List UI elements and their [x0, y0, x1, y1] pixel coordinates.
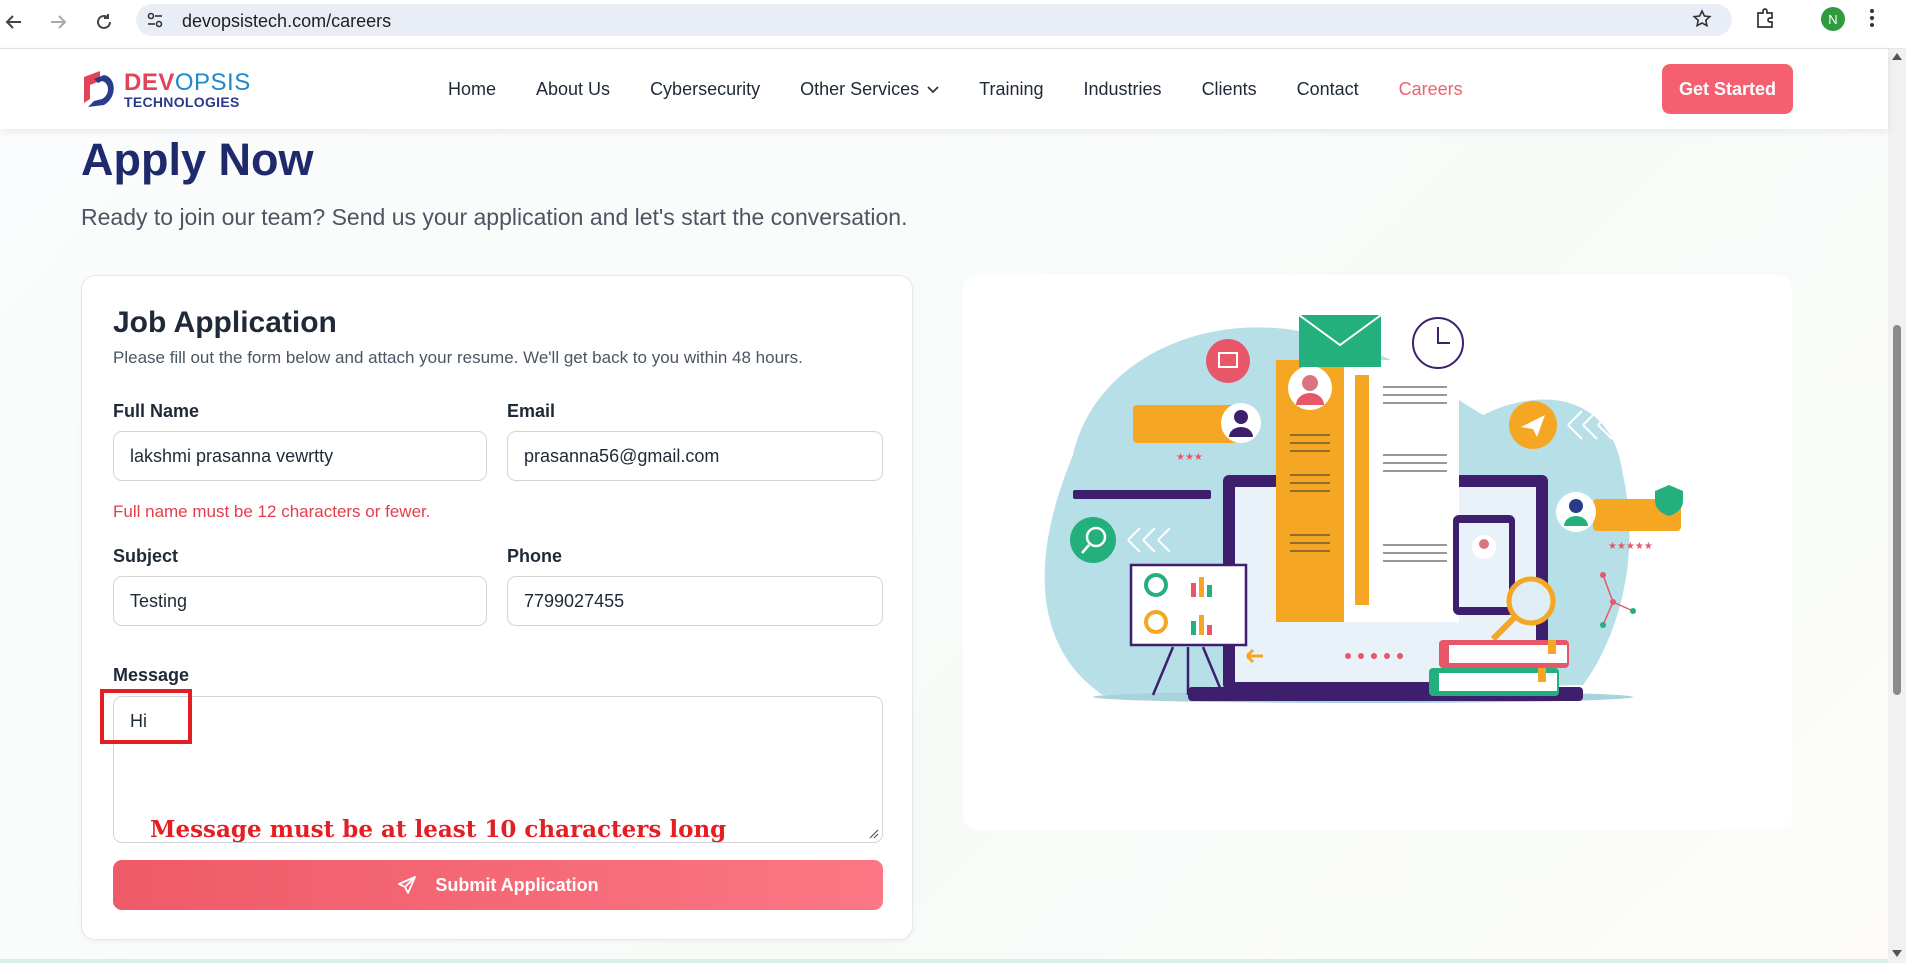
full-name-error: Full name must be 12 characters or fewer… — [113, 502, 431, 521]
subject-label: Subject — [113, 546, 179, 566]
page-title: Apply Now — [81, 134, 314, 185]
address-bar[interactable]: devopsistech.com/careers — [136, 4, 1732, 36]
browser-menu-icon[interactable] — [1868, 6, 1876, 35]
nav-industries[interactable]: Industries — [1084, 79, 1162, 100]
full-name-input[interactable]: lakshmi prasanna vewrtty — [113, 431, 487, 481]
careers-illustration: ★★★ ★★★★★ — [963, 275, 1792, 830]
highlight-box — [100, 689, 192, 744]
site-settings-icon[interactable] — [146, 11, 164, 34]
form-description: Please fill out the form below and attac… — [113, 348, 803, 367]
svg-text:★★★: ★★★ — [1176, 452, 1203, 463]
form-title: Job Application — [113, 306, 337, 339]
job-application-form: Job Application Please fill out the form… — [81, 275, 913, 940]
scroll-down-icon[interactable] — [1892, 950, 1902, 957]
profile-avatar[interactable]: N — [1821, 7, 1845, 31]
page-scrollbar[interactable] — [1888, 49, 1906, 963]
logo-wordmark: DEVOPSIS — [124, 69, 251, 96]
phone-label: Phone — [507, 546, 563, 566]
chevron-down-icon — [927, 85, 939, 93]
page-divider — [0, 959, 1888, 963]
resize-handle-icon[interactable] — [869, 829, 879, 839]
nav-contact[interactable]: Contact — [1297, 79, 1359, 100]
reload-icon[interactable] — [90, 8, 118, 36]
nav-other-services-label: Other Services — [800, 79, 920, 99]
submit-application-button[interactable]: Submit Application — [113, 860, 883, 910]
validation-annotation: Message must be at least 10 characters l… — [150, 816, 727, 843]
bookmark-star-icon[interactable] — [1692, 9, 1712, 34]
site-logo[interactable]: DEVOPSIS TECHNOLOGIES — [80, 69, 250, 110]
svg-text:★★★★★: ★★★★★ — [1608, 541, 1653, 552]
full-name-label: Full Name — [113, 401, 200, 421]
email-input[interactable]: prasanna56@gmail.com — [507, 431, 883, 481]
email-label: Email — [507, 401, 556, 421]
hiring-illustration: ★★★ ★★★★★ — [1044, 314, 1683, 703]
url-text: devopsistech.com/careers — [182, 11, 392, 31]
page-subtitle: Ready to join our team? Send us your app… — [81, 204, 908, 230]
message-label: Message — [113, 665, 190, 685]
nav-training[interactable]: Training — [979, 79, 1043, 100]
subject-input[interactable]: Testing — [113, 576, 487, 626]
back-icon[interactable] — [0, 8, 28, 36]
main-nav: Home About Us Cybersecurity Other Servic… — [448, 79, 1503, 100]
browser-toolbar: devopsistech.com/careers N — [0, 0, 1906, 49]
scrollbar-thumb[interactable] — [1893, 325, 1901, 695]
nav-other-services[interactable]: Other Services — [800, 79, 939, 100]
logo-tagline: TECHNOLOGIES — [124, 94, 240, 110]
submit-label: Submit Application — [435, 874, 599, 895]
careers-page: Apply Now Ready to join our team? Send u… — [0, 129, 1888, 963]
forward-icon[interactable] — [44, 8, 72, 36]
site-header: DEVOPSIS TECHNOLOGIES Home About Us Cybe… — [0, 49, 1888, 129]
extensions-icon[interactable] — [1754, 7, 1776, 34]
send-icon — [397, 875, 417, 895]
nav-clients[interactable]: Clients — [1202, 79, 1257, 100]
scroll-up-icon[interactable] — [1892, 53, 1902, 60]
nav-careers[interactable]: Careers — [1399, 79, 1463, 100]
get-started-button[interactable]: Get Started — [1662, 64, 1793, 114]
nav-about-us[interactable]: About Us — [536, 79, 610, 100]
nav-cybersecurity[interactable]: Cybersecurity — [650, 79, 760, 100]
nav-home[interactable]: Home — [448, 79, 496, 100]
phone-input[interactable]: 7799027455 — [507, 576, 883, 626]
logo-mark-icon — [84, 71, 114, 107]
